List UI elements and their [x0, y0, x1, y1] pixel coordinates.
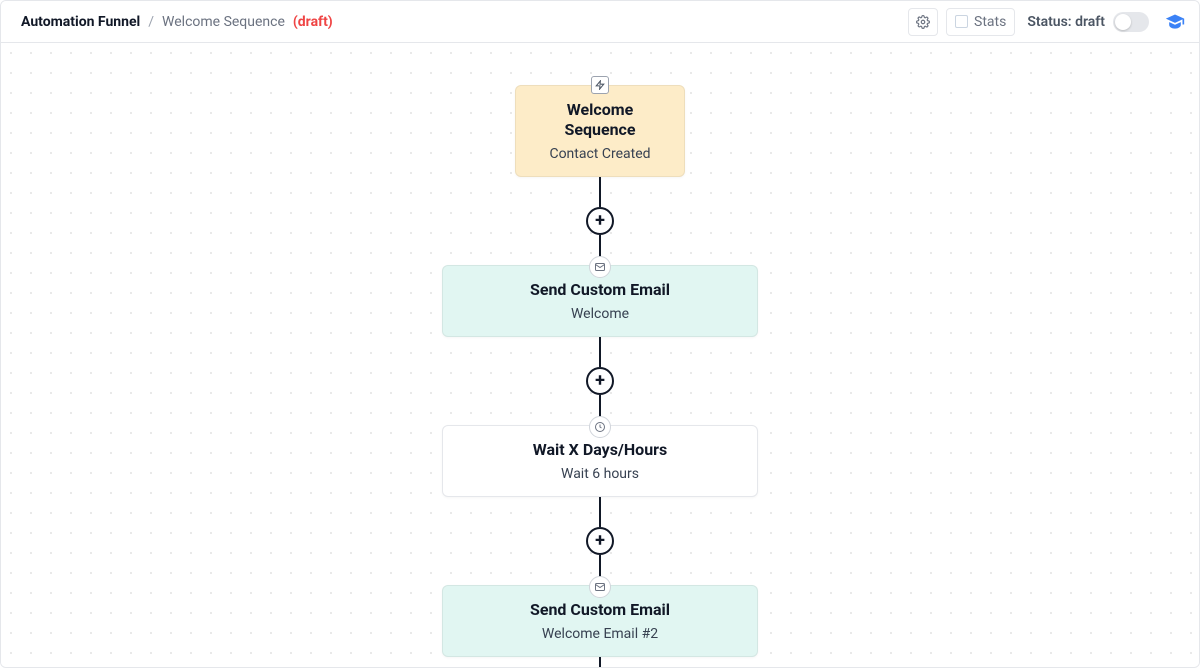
- stats-toggle-button[interactable]: Stats: [946, 8, 1015, 36]
- mail-icon: [589, 256, 611, 278]
- settings-button[interactable]: [908, 8, 938, 36]
- breadcrumb-draft-tag: (draft): [293, 14, 333, 30]
- node-subtitle: Wait 6 hours: [459, 466, 741, 482]
- status-toggle[interactable]: [1113, 12, 1149, 32]
- connector: [599, 657, 601, 667]
- node-subtitle: Contact Created: [532, 146, 668, 162]
- breadcrumb-root[interactable]: Automation Funnel: [21, 14, 140, 30]
- breadcrumb: Automation Funnel / Welcome Sequence (dr…: [21, 14, 333, 30]
- header-bar: Automation Funnel / Welcome Sequence (dr…: [1, 1, 1199, 43]
- graduation-cap-icon[interactable]: [1165, 12, 1185, 32]
- trigger-node[interactable]: Welcome Sequence Contact Created: [515, 85, 685, 177]
- add-step-button[interactable]: +: [586, 207, 614, 235]
- connector: [599, 497, 601, 527]
- email-node[interactable]: Send Custom Email Welcome Email #2: [442, 585, 758, 657]
- wait-node[interactable]: Wait X Days/Hours Wait 6 hours: [442, 425, 758, 497]
- node-subtitle: Welcome: [459, 306, 741, 322]
- gear-icon: [916, 15, 930, 29]
- flow-column: Welcome Sequence Contact Created + Send …: [442, 85, 758, 667]
- connector: [599, 337, 601, 367]
- mail-icon: [589, 576, 611, 598]
- node-title: Send Custom Email: [459, 600, 741, 620]
- node-title: Welcome Sequence: [532, 100, 668, 140]
- node-title: Wait X Days/Hours: [459, 440, 741, 460]
- connector: [599, 177, 601, 207]
- stats-label: Stats: [974, 14, 1006, 30]
- automation-canvas[interactable]: Welcome Sequence Contact Created + Send …: [1, 43, 1199, 667]
- clock-icon: [589, 416, 611, 438]
- add-step-button[interactable]: +: [586, 527, 614, 555]
- node-title: Send Custom Email: [459, 280, 741, 300]
- stats-checkbox[interactable]: [955, 15, 968, 28]
- app-frame: Automation Funnel / Welcome Sequence (dr…: [0, 0, 1200, 668]
- add-step-button[interactable]: +: [586, 367, 614, 395]
- email-node[interactable]: Send Custom Email Welcome: [442, 265, 758, 337]
- breadcrumb-current: Welcome Sequence: [162, 14, 285, 30]
- lightning-icon: [591, 76, 609, 94]
- toggle-knob: [1115, 14, 1131, 30]
- status-label: Status: draft: [1027, 14, 1105, 30]
- status-group: Status: draft: [1027, 12, 1149, 32]
- breadcrumb-separator: /: [148, 14, 154, 30]
- node-subtitle: Welcome Email #2: [459, 626, 741, 642]
